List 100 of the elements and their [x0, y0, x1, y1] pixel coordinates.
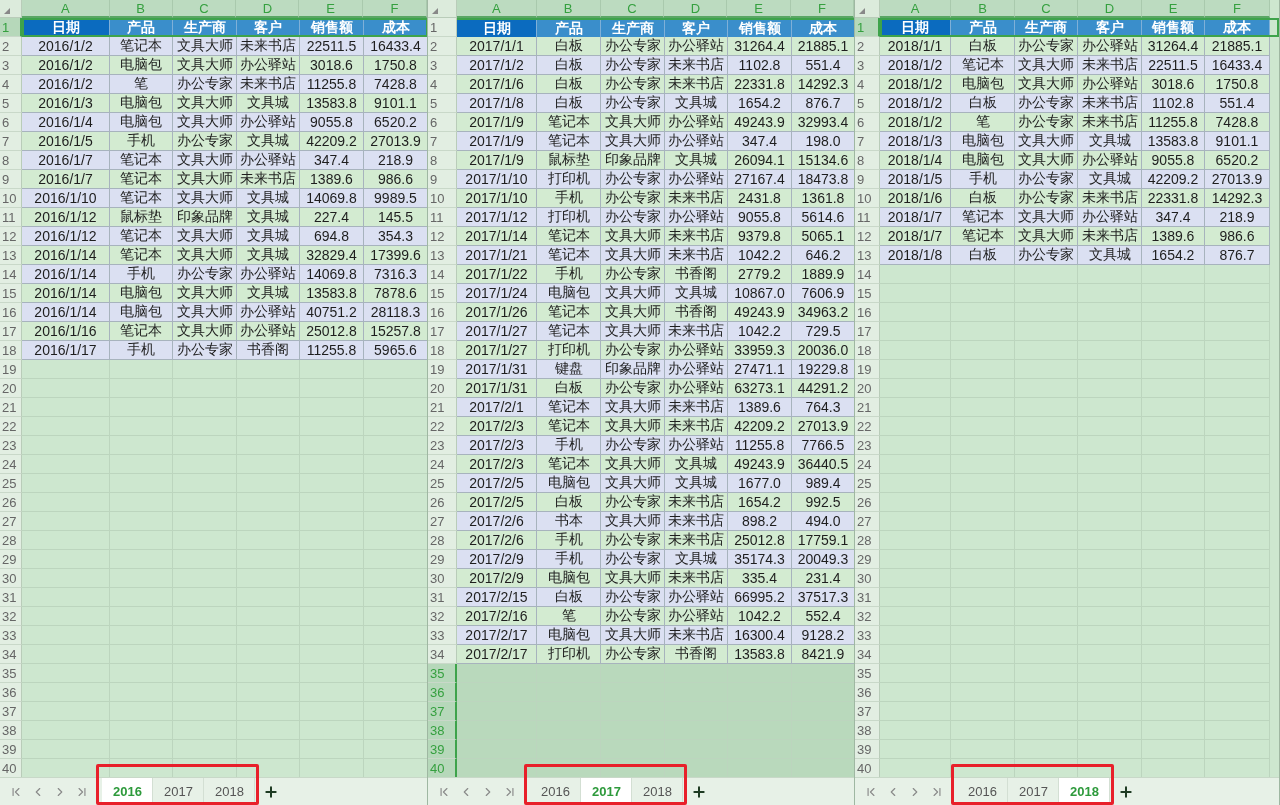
select-all-corner[interactable] — [855, 0, 880, 18]
row-number[interactable]: 15 — [855, 284, 880, 303]
row-number[interactable]: 27 — [0, 512, 22, 531]
row-number[interactable]: 7 — [855, 132, 880, 151]
row-number[interactable]: 31 — [428, 588, 457, 607]
row-number[interactable]: 13 — [428, 246, 457, 265]
row-number[interactable]: 18 — [428, 341, 457, 360]
row-number[interactable]: 21 — [428, 398, 457, 417]
row-number[interactable]: 39 — [855, 740, 880, 759]
sheet-tab[interactable]: 2017 — [153, 778, 204, 805]
row-number[interactable]: 7 — [428, 132, 457, 151]
row-number[interactable]: 18 — [855, 341, 880, 360]
row-number[interactable]: 13 — [0, 246, 22, 265]
row-number[interactable]: 34 — [428, 645, 457, 664]
row-number[interactable]: 22 — [855, 417, 880, 436]
row-number[interactable]: 9 — [855, 170, 880, 189]
row-number[interactable]: 21 — [0, 398, 22, 417]
row-number[interactable]: 8 — [0, 151, 22, 170]
row-number[interactable]: 23 — [428, 436, 457, 455]
row-number[interactable]: 21 — [855, 398, 880, 417]
row-number[interactable]: 24 — [0, 455, 22, 474]
row-number[interactable]: 28 — [0, 531, 22, 550]
row-number[interactable]: 4 — [0, 75, 22, 94]
row-number[interactable]: 23 — [0, 436, 22, 455]
row-number[interactable]: 17 — [855, 322, 880, 341]
row-number[interactable]: 20 — [428, 379, 457, 398]
header-cell[interactable]: 销售额 — [300, 18, 364, 37]
row-number[interactable]: 25 — [0, 474, 22, 493]
row-number[interactable]: 29 — [855, 550, 880, 569]
row-number[interactable]: 32 — [855, 607, 880, 626]
row-number[interactable]: 16 — [428, 303, 457, 322]
row-number[interactable]: 8 — [855, 151, 880, 170]
row-number[interactable]: 25 — [428, 474, 457, 493]
row-number[interactable]: 22 — [428, 417, 457, 436]
header-cell[interactable]: 销售额 — [728, 20, 792, 37]
row-number[interactable]: 11 — [428, 208, 457, 227]
row-number[interactable]: 9 — [428, 170, 457, 189]
row-number[interactable]: 40 — [0, 759, 22, 777]
row-number[interactable]: 14 — [428, 265, 457, 284]
row-number[interactable]: 4 — [428, 75, 457, 94]
sheet-tab[interactable]: 2018 — [632, 778, 683, 805]
row-number[interactable]: 5 — [428, 94, 457, 113]
row-number[interactable]: 33 — [428, 626, 457, 645]
row-number[interactable]: 19 — [855, 360, 880, 379]
row-number[interactable]: 28 — [855, 531, 880, 550]
header-cell[interactable]: 日期 — [880, 18, 951, 37]
row-number[interactable]: 30 — [428, 569, 457, 588]
row-number[interactable]: 38 — [855, 721, 880, 740]
row-number[interactable]: 22 — [0, 417, 22, 436]
row-number[interactable]: 18 — [0, 341, 22, 360]
row-number[interactable]: 26 — [855, 493, 880, 512]
header-cell[interactable]: 生产商 — [1015, 18, 1078, 37]
row-number[interactable]: 17 — [428, 322, 457, 341]
row-number[interactable]: 27 — [855, 512, 880, 531]
row-number[interactable]: 32 — [0, 607, 22, 626]
row-number[interactable]: 12 — [855, 227, 880, 246]
header-cell[interactable]: 客户 — [1078, 18, 1142, 37]
header-cell[interactable]: 成本 — [1205, 18, 1270, 37]
row-number[interactable]: 11 — [0, 208, 22, 227]
row-number[interactable]: 29 — [0, 550, 22, 569]
row-number[interactable]: 20 — [855, 379, 880, 398]
row-number[interactable]: 10 — [428, 189, 457, 208]
row-number[interactable]: 8 — [428, 151, 457, 170]
row-number[interactable]: 30 — [855, 569, 880, 588]
row-number[interactable]: 12 — [0, 227, 22, 246]
row-number[interactable]: 28 — [428, 531, 457, 550]
select-all-corner[interactable] — [0, 0, 22, 18]
row-number[interactable]: 5 — [855, 94, 880, 113]
row-number[interactable]: 7 — [0, 132, 22, 151]
sheet-tab[interactable]: 2016 — [957, 778, 1008, 805]
row-number[interactable]: 26 — [0, 493, 22, 512]
row-number[interactable]: 33 — [0, 626, 22, 645]
header-cell[interactable]: 产品 — [110, 18, 173, 37]
row-number[interactable]: 6 — [855, 113, 880, 132]
row-number[interactable]: 35 — [855, 664, 880, 683]
row-number[interactable]: 4 — [855, 75, 880, 94]
row-number[interactable]: 3 — [428, 56, 457, 75]
row-number[interactable]: 37 — [855, 702, 880, 721]
row-number[interactable]: 19 — [428, 360, 457, 379]
row-number[interactable]: 30 — [0, 569, 22, 588]
row-number[interactable]: 35 — [0, 664, 22, 683]
header-cell[interactable]: 生产商 — [601, 20, 665, 37]
row-number[interactable]: 16 — [855, 303, 880, 322]
row-number[interactable]: 40 — [855, 759, 880, 777]
row-number[interactable]: 6 — [0, 113, 22, 132]
row-number[interactable]: 31 — [855, 588, 880, 607]
row-number[interactable]: 16 — [0, 303, 22, 322]
row-number[interactable]: 32 — [428, 607, 457, 626]
row-number[interactable]: 26 — [428, 493, 457, 512]
header-cell[interactable]: 产品 — [951, 18, 1015, 37]
row-number[interactable]: 1 — [428, 18, 457, 37]
row-number[interactable]: 33 — [855, 626, 880, 645]
row-number[interactable]: 6 — [428, 113, 457, 132]
row-number[interactable]: 25 — [855, 474, 880, 493]
row-number[interactable]: 2 — [0, 37, 22, 56]
row-number[interactable]: 34 — [855, 645, 880, 664]
row-number[interactable]: 10 — [0, 189, 22, 208]
row-number[interactable]: 5 — [0, 94, 22, 113]
row-number[interactable]: 36 — [0, 683, 22, 702]
row-number[interactable]: 36 — [855, 683, 880, 702]
